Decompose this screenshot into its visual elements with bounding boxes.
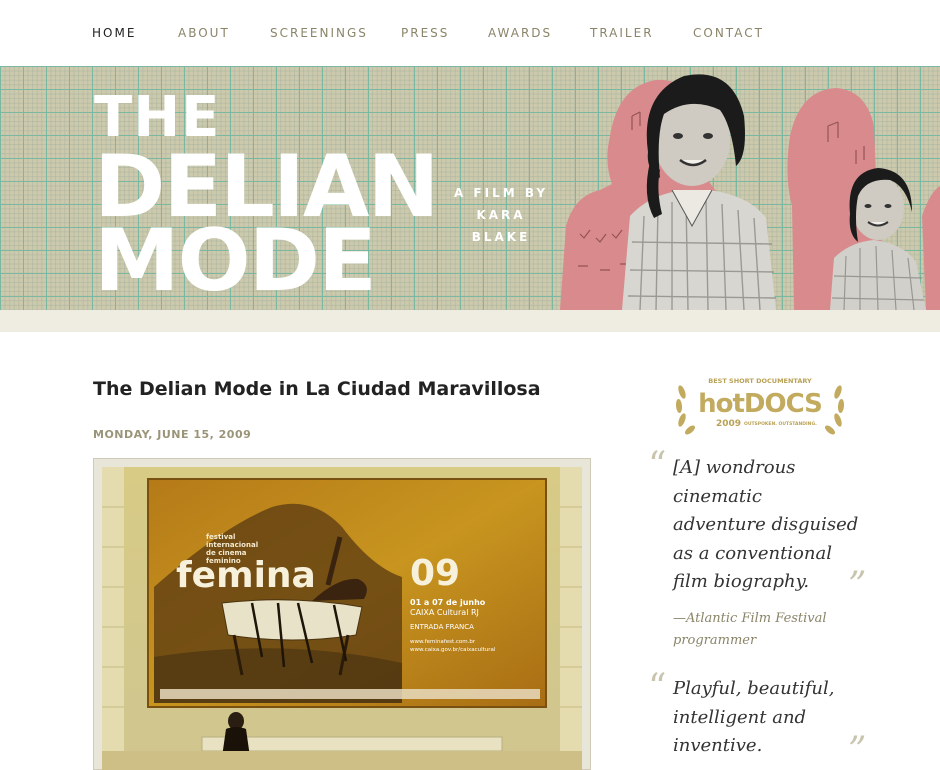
site-title-mode[interactable]: MODE — [94, 218, 377, 304]
nav-trailer[interactable]: TRAILER — [590, 26, 654, 40]
nav-home[interactable]: HOME — [92, 26, 136, 40]
banner-bottom-band — [0, 310, 940, 332]
poster-dates: 01 a 07 de junho — [410, 598, 486, 607]
quote-1-line: [A] wondrous — [673, 457, 796, 478]
poster-femina-title: femina — [176, 555, 316, 596]
poster-entry: ENTRADA FRANCA — [410, 623, 474, 631]
award-category: BEST SHORT DOCUMENTARY — [708, 377, 812, 385]
poster-festival-1: festival — [206, 533, 235, 541]
quote-2-text: Playful, beautiful, intelligent and inve… — [673, 675, 863, 761]
nav-awards[interactable]: AWARDS — [488, 26, 552, 40]
poster-sponsor-strip — [160, 689, 540, 699]
credit-line-1: A FILM BY — [453, 186, 549, 200]
quote-2-line: Playful, beautiful, — [673, 678, 835, 699]
pink-silhouette-edge — [922, 186, 940, 310]
quote-2-line: inventive. — [673, 735, 763, 756]
open-quote-icon: “ — [648, 667, 667, 708]
credit-line-2: KARA — [476, 208, 526, 222]
poster-url-2: www.caixa.gov.br/caixacultural — [410, 647, 496, 653]
nav-screenings[interactable]: SCREENINGS — [270, 26, 368, 40]
right-pillar — [560, 467, 582, 770]
quote-1-line: adventure disguised — [673, 514, 859, 535]
nav-about[interactable]: ABOUT — [178, 26, 230, 40]
hotdocs-award-laurel[interactable]: BEST SHORT DOCUMENTARY hotDOCS 2009 OUTS… — [672, 372, 848, 436]
quote-2-line: intelligent and — [673, 706, 807, 728]
nav-contact[interactable]: CONTACT — [693, 26, 764, 40]
quote-1-line: cinematic — [673, 485, 762, 507]
quote-1-attribution-line: —Atlantic Film Festival — [673, 611, 827, 626]
film-credit: A FILM BY KARA BLAKE — [446, 182, 556, 248]
poster-festival-2: internacional — [206, 541, 258, 549]
post-title[interactable]: The Delian Mode in La Ciudad Maravillosa — [93, 378, 541, 400]
laurel-left-icon — [675, 385, 695, 435]
quote-1-text: [A] wondrous cinematic adventure disguis… — [673, 454, 863, 597]
quote-1-line: film biography. — [673, 571, 810, 592]
quote-1-attribution-line: programmer — [673, 633, 757, 648]
quote-1-attribution: —Atlantic Film Festival programmer — [673, 608, 863, 652]
laurel-right-icon — [825, 385, 845, 435]
award-year: 2009 — [716, 419, 741, 429]
left-pillar — [102, 467, 124, 770]
poster-venue: CAIXA Cultural RJ — [410, 608, 479, 617]
poster-url-1: www.feminafest.com.br — [410, 639, 476, 645]
quote-1-line: as a conventional — [673, 542, 832, 564]
award-tagline: OUTSPOKEN. OUTSTANDING. — [744, 421, 817, 427]
post-date: MONDAY, JUNE 15, 2009 — [93, 428, 252, 441]
open-quote-icon: “ — [648, 445, 667, 486]
poster-year: 09 — [410, 553, 460, 594]
credit-line-3: BLAKE — [471, 230, 531, 244]
top-navigation: HOME ABOUT SCREENINGS PRESS AWARDS TRAIL… — [0, 0, 940, 66]
award-festival-name: hotDOCS — [698, 389, 822, 419]
close-quote-icon: ” — [848, 730, 867, 770]
post-photo[interactable]: festival internacional de cinema feminin… — [102, 467, 582, 770]
close-quote-icon: ” — [848, 565, 867, 606]
banner-collage-illustration — [560, 74, 940, 310]
post-photo-frame: festival internacional de cinema feminin… — [93, 458, 591, 770]
femina-poster-scene: festival internacional de cinema feminin… — [102, 467, 582, 770]
header-banner: THE DELIAN MODE A FILM BY KARA BLAKE — [0, 66, 940, 310]
nav-press[interactable]: PRESS — [401, 26, 449, 40]
